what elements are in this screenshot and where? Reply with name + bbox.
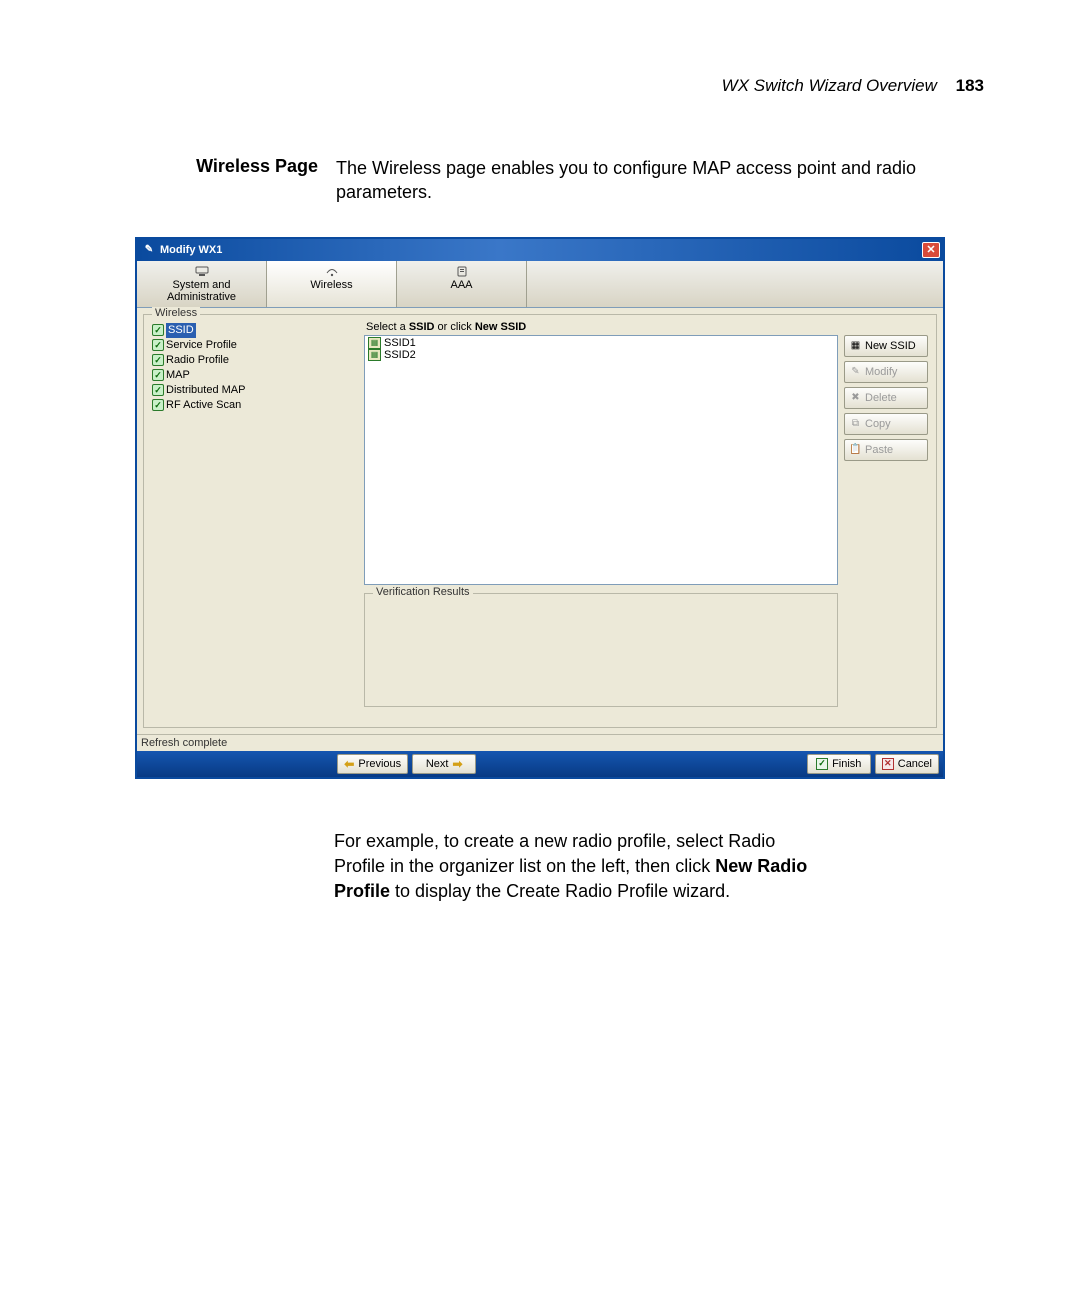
tree-item-ssid[interactable]: ✓ SSID: [150, 323, 360, 338]
header-title: WX Switch Wizard Overview: [722, 76, 937, 95]
modify-button[interactable]: ✎ Modify: [844, 361, 928, 383]
arrow-left-icon: ⬅: [344, 757, 354, 771]
tree-label: Radio Profile: [166, 353, 229, 368]
page-number: 183: [956, 76, 984, 95]
window-title: Modify WX1: [160, 244, 222, 256]
page-header: WX Switch Wizard Overview 183: [90, 76, 990, 96]
delete-button[interactable]: ✖ Delete: [844, 387, 928, 409]
tree-label: RF Active Scan: [166, 398, 241, 413]
tree-item-service-profile[interactable]: ✓ Service Profile: [150, 338, 360, 353]
arrow-right-icon: ➡: [452, 757, 462, 771]
paste-button[interactable]: 📋 Paste: [844, 439, 928, 461]
paste-icon: 📋: [849, 443, 862, 456]
delete-icon: ✖: [849, 391, 862, 404]
tree-label: SSID: [166, 323, 196, 338]
check-icon: ✓: [152, 399, 164, 411]
verification-results-box: Verification Results: [364, 593, 838, 707]
wireless-fieldset: Wireless ✓ SSID ✓ Service Profile: [143, 314, 937, 728]
tab-label: System and Administrative: [167, 279, 236, 303]
tree-item-map[interactable]: ✓ MAP: [150, 368, 360, 383]
tabstrip: System and Administrative Wireless AAA: [137, 261, 943, 308]
tab-aaa[interactable]: AAA: [397, 261, 527, 307]
check-icon: ✓: [152, 339, 164, 351]
close-button[interactable]: ✕: [922, 242, 940, 258]
wizard-footer: ⬅ Previous Next ➡ ✓ Finish ✕ Cancel: [137, 751, 943, 777]
status-bar: Refresh complete: [137, 734, 943, 751]
copy-icon: ⧉: [849, 417, 862, 430]
tab-system-admin[interactable]: System and Administrative: [137, 261, 267, 307]
new-icon: ▦: [849, 339, 862, 352]
tree-label: Distributed MAP: [166, 383, 245, 398]
close-icon: ✕: [882, 758, 894, 770]
organizer-tree: ✓ SSID ✓ Service Profile ✓ Radio Profile: [150, 321, 360, 721]
titlebar: ✎ Modify WX1 ✕: [137, 239, 943, 261]
select-ssid-label: Select a SSID or click New SSID: [364, 321, 838, 335]
list-item[interactable]: ▦ SSID1: [366, 337, 836, 349]
copy-button[interactable]: ⧉ Copy: [844, 413, 928, 435]
tab-label: Wireless: [310, 279, 352, 291]
next-button[interactable]: Next ➡: [412, 754, 476, 774]
verification-legend: Verification Results: [373, 586, 473, 598]
section-intro-text: The Wireless page enables you to configu…: [336, 156, 990, 205]
check-icon: ✓: [152, 369, 164, 381]
tab-wireless[interactable]: Wireless: [267, 261, 397, 307]
fieldset-legend: Wireless: [152, 307, 200, 319]
new-ssid-button[interactable]: ▦ New SSID: [844, 335, 928, 357]
tab-label: AAA: [450, 279, 472, 291]
tree-label: Service Profile: [166, 338, 237, 353]
ssid-list[interactable]: ▦ SSID1 ▦ SSID2: [364, 335, 838, 585]
list-item[interactable]: ▦ SSID2: [366, 349, 836, 361]
status-text: Refresh complete: [141, 737, 227, 749]
finish-button[interactable]: ✓ Finish: [807, 754, 871, 774]
action-buttons: ▦ New SSID ✎ Modify ✖ Delete ⧉: [842, 321, 930, 721]
ssid-label: SSID2: [384, 349, 416, 361]
check-icon: ✓: [152, 384, 164, 396]
ssid-label: SSID1: [384, 337, 416, 349]
cancel-button[interactable]: ✕ Cancel: [875, 754, 939, 774]
check-icon: ✓: [816, 758, 828, 770]
tree-item-rf-active-scan[interactable]: ✓ RF Active Scan: [150, 398, 360, 413]
modify-wx1-dialog: ✎ Modify WX1 ✕ System and Administrative…: [135, 237, 945, 779]
check-icon: ✓: [152, 354, 164, 366]
app-icon: ✎: [142, 243, 156, 257]
previous-button[interactable]: ⬅ Previous: [337, 754, 408, 774]
ssid-icon: ▦: [368, 349, 381, 361]
tree-item-distributed-map[interactable]: ✓ Distributed MAP: [150, 383, 360, 398]
example-paragraph: For example, to create a new radio profi…: [90, 829, 810, 905]
ssid-icon: ▦: [368, 337, 381, 349]
section-heading: Wireless Page: [176, 156, 336, 205]
system-icon: [194, 264, 210, 278]
check-icon: ✓: [152, 324, 164, 336]
aaa-icon: [454, 264, 470, 278]
tree-item-radio-profile[interactable]: ✓ Radio Profile: [150, 353, 360, 368]
tree-label: MAP: [166, 368, 190, 383]
modify-icon: ✎: [849, 365, 862, 378]
wireless-icon: [324, 264, 340, 278]
